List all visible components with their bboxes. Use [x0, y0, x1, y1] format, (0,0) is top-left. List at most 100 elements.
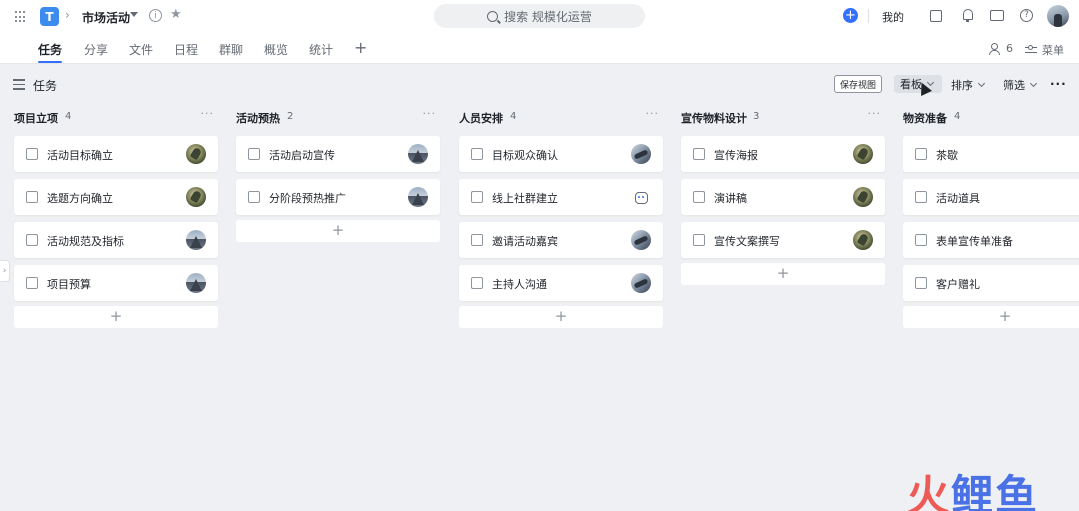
- task-title: 演讲稿: [714, 192, 747, 205]
- task-card[interactable]: 活动目标确立: [14, 136, 218, 172]
- search-input[interactable]: 搜索 规模化运营: [434, 4, 645, 28]
- assignee-avatar[interactable]: [631, 273, 651, 293]
- add-task-button[interactable]: +: [14, 306, 218, 328]
- assignee-avatar[interactable]: [853, 230, 873, 250]
- task-checkbox[interactable]: [471, 148, 483, 160]
- assignee-avatar[interactable]: [631, 230, 651, 250]
- column-header: 物资准备 4: [903, 105, 1079, 127]
- bell-icon[interactable]: [961, 8, 975, 22]
- tab-share[interactable]: 分享: [84, 41, 108, 58]
- task-checkbox[interactable]: [248, 148, 260, 160]
- user-avatar[interactable]: [1047, 5, 1069, 27]
- tab-files[interactable]: 文件: [129, 41, 153, 58]
- task-card[interactable]: 宣传文案撰写: [681, 222, 885, 258]
- tab-schedule[interactable]: 日程: [174, 41, 198, 58]
- assignee-avatar[interactable]: [186, 230, 206, 250]
- add-task-button[interactable]: +: [236, 220, 440, 242]
- save-view-button[interactable]: 保存视图: [834, 75, 882, 93]
- robot-avatar-icon[interactable]: [631, 187, 651, 207]
- column-name: 物资准备: [903, 112, 947, 125]
- task-checkbox[interactable]: [26, 234, 38, 246]
- task-card[interactable]: 主持人沟通: [459, 265, 663, 301]
- task-card[interactable]: 项目预算: [14, 265, 218, 301]
- task-card[interactable]: 表单宣传单准备: [903, 222, 1079, 258]
- task-card[interactable]: 活动道具: [903, 179, 1079, 215]
- assignee-avatar[interactable]: [186, 273, 206, 293]
- task-checkbox[interactable]: [471, 234, 483, 246]
- task-card[interactable]: 活动启动宣传: [236, 136, 440, 172]
- task-card[interactable]: 选题方向确立: [14, 179, 218, 215]
- sidebar-expand-toggle[interactable]: ›: [0, 260, 10, 282]
- task-card[interactable]: 分阶段预热推广: [236, 179, 440, 215]
- hamburger-icon[interactable]: [13, 79, 25, 90]
- chat-icon[interactable]: [990, 8, 1004, 22]
- task-checkbox[interactable]: [471, 191, 483, 203]
- column-more-icon[interactable]: ···: [201, 107, 215, 120]
- task-card[interactable]: 茶歇: [903, 136, 1079, 172]
- column-more-icon[interactable]: ···: [646, 107, 660, 120]
- tab-statistics[interactable]: 统计: [309, 41, 333, 58]
- add-task-button[interactable]: +: [459, 306, 663, 328]
- task-checkbox[interactable]: [915, 234, 927, 246]
- project-dropdown-icon[interactable]: [130, 12, 138, 17]
- add-task-button[interactable]: +: [903, 306, 1079, 328]
- task-card[interactable]: 线上社群建立: [459, 179, 663, 215]
- more-options-icon[interactable]: ···: [1050, 77, 1067, 91]
- top-bar: T › 市场活动 i ★ 搜索 规模化运营 + 我的 ?: [0, 0, 1079, 33]
- mine-link[interactable]: 我的: [882, 9, 904, 25]
- task-card[interactable]: 演讲稿: [681, 179, 885, 215]
- chevron-down-icon: [977, 79, 986, 88]
- task-list-title: 任务: [33, 79, 58, 93]
- task-title: 活动规范及指标: [47, 235, 124, 248]
- members-button[interactable]: 6: [988, 42, 1013, 55]
- tab-overview[interactable]: 概览: [264, 41, 288, 58]
- assignee-avatar[interactable]: [408, 144, 428, 164]
- task-checkbox[interactable]: [471, 277, 483, 289]
- tab-tasks[interactable]: 任务: [38, 41, 62, 58]
- task-title: 活动目标确立: [47, 149, 113, 162]
- column-more-icon[interactable]: ···: [423, 107, 437, 120]
- assignee-avatar[interactable]: [853, 187, 873, 207]
- add-tab-button[interactable]: +: [354, 38, 367, 57]
- app-grid-icon[interactable]: [15, 11, 27, 23]
- task-checkbox[interactable]: [915, 191, 927, 203]
- menu-button[interactable]: 菜单: [1025, 42, 1064, 58]
- task-card[interactable]: 客户赠礼: [903, 265, 1079, 301]
- assignee-avatar[interactable]: [853, 144, 873, 164]
- filter-label: 筛选: [1003, 79, 1025, 92]
- star-icon[interactable]: ★: [170, 7, 182, 22]
- column-header: 宣传物料设计 3 ···: [681, 105, 885, 127]
- task-checkbox[interactable]: [26, 148, 38, 160]
- create-button[interactable]: +: [843, 8, 858, 23]
- assignee-avatar[interactable]: [186, 187, 206, 207]
- task-checkbox[interactable]: [26, 277, 38, 289]
- task-card[interactable]: 活动规范及指标: [14, 222, 218, 258]
- task-checkbox[interactable]: [915, 277, 927, 289]
- task-checkbox[interactable]: [26, 191, 38, 203]
- task-checkbox[interactable]: [693, 148, 705, 160]
- task-checkbox[interactable]: [693, 191, 705, 203]
- project-title[interactable]: 市场活动: [82, 9, 130, 26]
- sort-button[interactable]: 排序: [951, 77, 986, 93]
- task-title: 分阶段预热推广: [269, 192, 346, 205]
- task-title: 主持人沟通: [492, 278, 547, 291]
- filter-button[interactable]: 筛选: [1003, 77, 1038, 93]
- divider: [868, 9, 869, 23]
- calendar-icon[interactable]: [930, 10, 942, 22]
- tab-group-chat[interactable]: 群聊: [219, 41, 243, 58]
- add-task-button[interactable]: +: [681, 263, 885, 285]
- search-icon: [487, 10, 499, 22]
- task-card[interactable]: 宣传海报: [681, 136, 885, 172]
- assignee-avatar[interactable]: [408, 187, 428, 207]
- column-more-icon[interactable]: ···: [868, 107, 882, 120]
- app-logo-icon[interactable]: T: [40, 7, 59, 26]
- task-checkbox[interactable]: [693, 234, 705, 246]
- assignee-avatar[interactable]: [631, 144, 651, 164]
- task-checkbox[interactable]: [915, 148, 927, 160]
- assignee-avatar[interactable]: [186, 144, 206, 164]
- task-card[interactable]: 目标观众确认: [459, 136, 663, 172]
- info-icon[interactable]: i: [149, 9, 162, 22]
- task-card[interactable]: 邀请活动嘉宾: [459, 222, 663, 258]
- task-checkbox[interactable]: [248, 191, 260, 203]
- help-icon[interactable]: ?: [1020, 9, 1033, 22]
